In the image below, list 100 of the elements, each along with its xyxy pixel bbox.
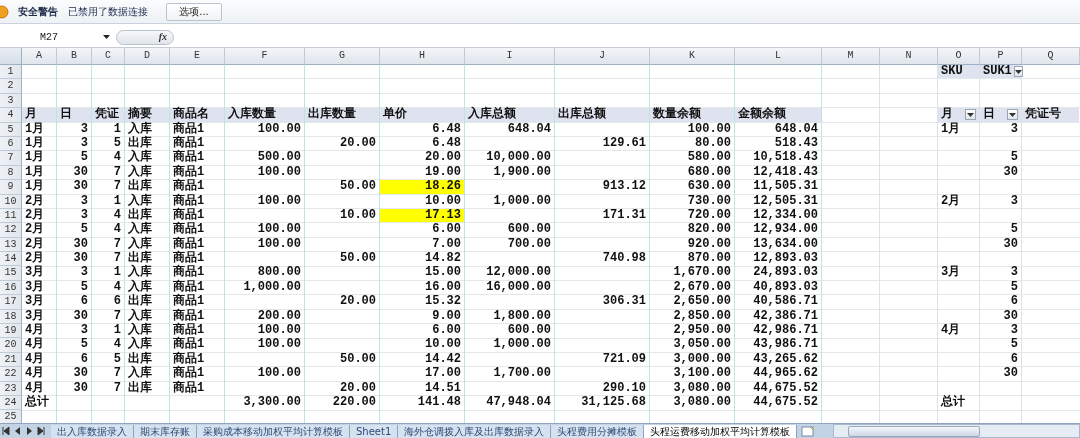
table-cell-text: 721.09 xyxy=(601,352,647,367)
last-sheet-icon[interactable] xyxy=(37,427,45,435)
column-header[interactable]: M xyxy=(822,48,880,65)
table-cell-text: 4月 xyxy=(24,352,46,366)
table-cell-text: 19.00 xyxy=(424,165,462,180)
table-cell: 凭证 xyxy=(92,108,124,122)
column-header[interactable]: I xyxy=(465,48,555,65)
pivot-field-label: SUK1 xyxy=(983,65,1012,79)
table-cell-text: 42,386.71 xyxy=(752,309,819,324)
table-cell-text: 44,675.52 xyxy=(752,396,819,410)
previous-sheet-icon[interactable] xyxy=(15,427,21,435)
table-cell-text: 总计 xyxy=(939,396,966,410)
table-cell-text: 6 xyxy=(79,352,89,367)
row-header[interactable]: 12 xyxy=(0,223,22,238)
table-cell-text: 2,650.00 xyxy=(672,295,732,309)
table-cell-text: 5 xyxy=(79,223,89,237)
table-cell-text: 44,675.52 xyxy=(752,381,819,395)
row-header[interactable]: 9 xyxy=(0,180,22,195)
sheet-tab[interactable]: 采购成本移动加权平均计算模板 xyxy=(197,424,350,438)
row-header[interactable]: 22 xyxy=(0,367,22,382)
table-cell-text: 3 xyxy=(79,194,89,208)
filter-dropdown-button[interactable] xyxy=(1013,66,1023,78)
table-cell-text: 1,000.00 xyxy=(242,280,302,295)
table-cell-text: 6 xyxy=(1009,352,1019,367)
row-header[interactable]: 14 xyxy=(0,252,22,267)
row-header[interactable]: 20 xyxy=(0,338,22,353)
sheet-tab[interactable]: 头程运费移动加权平均计算模板 xyxy=(644,424,798,438)
column-header[interactable]: E xyxy=(170,48,225,65)
column-header[interactable]: K xyxy=(650,48,735,65)
row-header[interactable]: 15 xyxy=(0,266,22,281)
column-header[interactable]: F xyxy=(225,48,305,65)
table-cell-text: 商品1 xyxy=(172,208,206,222)
options-button[interactable]: 选项... xyxy=(166,2,222,21)
table-cell-text: 商品1 xyxy=(172,136,206,150)
table-cell-text: 1,670.00 xyxy=(672,266,732,280)
table-cell: 单价 xyxy=(380,108,464,122)
table-cell-text: 4 xyxy=(112,223,122,237)
table-cell-text: 3,300.00 xyxy=(242,396,302,410)
column-header[interactable]: O xyxy=(938,48,980,65)
table-cell-text: 商品1 xyxy=(172,280,206,294)
column-header[interactable]: P xyxy=(980,48,1022,65)
row-header[interactable]: 25 xyxy=(0,410,22,423)
table-cell-text: 7 xyxy=(112,367,122,381)
sheet-tab[interactable]: Sheet1 xyxy=(350,424,399,438)
sheet-tab[interactable]: 海外仓调拨入库及出库数据录入 xyxy=(398,424,552,438)
row-header[interactable]: 1 xyxy=(0,65,22,80)
row-header[interactable]: 7 xyxy=(0,151,22,166)
pivot-field-label: 月 xyxy=(941,108,953,122)
table-cell-text: 100.00 xyxy=(256,122,302,136)
table-cell-text: 30 xyxy=(1002,309,1019,324)
table-cell-text: 入库 xyxy=(127,151,153,165)
next-sheet-icon[interactable] xyxy=(26,427,32,435)
table-cell-text: 1,000.00 xyxy=(492,338,552,352)
caret-icon xyxy=(967,112,974,117)
table-cell-text: 30 xyxy=(72,381,89,395)
table-cell-text: 3月 xyxy=(24,280,46,294)
table-cell-text: 740.98 xyxy=(601,252,647,266)
filter-dropdown-button[interactable] xyxy=(965,109,976,121)
table-cell-text: 16,000.00 xyxy=(485,280,552,295)
sheet-tab[interactable]: 期末库存账 xyxy=(134,424,197,438)
column-header[interactable]: H xyxy=(380,48,465,65)
row-header[interactable]: 17 xyxy=(0,295,22,310)
row-header[interactable]: 2 xyxy=(0,79,22,94)
first-sheet-icon[interactable] xyxy=(2,427,10,435)
table-cell-text: 518.43 xyxy=(773,136,819,151)
column-header[interactable]: B xyxy=(57,48,92,65)
caret-icon xyxy=(1009,112,1016,117)
table-cell-text: 100.00 xyxy=(256,324,302,338)
column-header[interactable]: J xyxy=(555,48,650,65)
table-cell-text: 50.00 xyxy=(339,352,377,367)
column-header[interactable]: D xyxy=(125,48,170,65)
table-cell-text: 出库 xyxy=(127,136,153,150)
column-header[interactable]: N xyxy=(880,48,938,65)
table-cell-text: 20.00 xyxy=(339,381,377,395)
column-header[interactable]: L xyxy=(735,48,822,65)
table-cell-text: 600.00 xyxy=(506,324,552,338)
table-cell-text: 3 xyxy=(79,122,89,136)
table-cell-text: 80.00 xyxy=(694,136,732,151)
table-cell-text: 1月 xyxy=(24,180,46,194)
table-cell-text: 2,850.00 xyxy=(672,309,732,324)
function-button[interactable]: fx xyxy=(116,29,174,45)
sheet-tab[interactable]: 出入库数据录入 xyxy=(51,424,134,438)
column-header[interactable]: A xyxy=(22,48,57,65)
table-cell-text: 20.00 xyxy=(424,151,462,165)
horizontal-scrollbar[interactable] xyxy=(833,424,1080,438)
row-header[interactable]: 4 xyxy=(0,108,22,123)
table-cell-text: 1,000.00 xyxy=(492,194,552,208)
table-cell-text: 5 xyxy=(112,352,122,367)
table-cell-text: 4月 xyxy=(24,367,46,381)
row-header[interactable]: 19 xyxy=(0,324,22,339)
sheet-tab[interactable]: 头程费用分摊模板 xyxy=(551,424,645,438)
column-header[interactable]: Q xyxy=(1022,48,1080,65)
filter-dropdown-button[interactable] xyxy=(1007,109,1018,121)
table-cell-text: 31,125.68 xyxy=(580,396,647,410)
table-cell-text: 入库 xyxy=(127,367,153,381)
name-box[interactable]: M27 xyxy=(0,29,116,45)
column-header[interactable]: G xyxy=(305,48,380,65)
column-header[interactable]: C xyxy=(92,48,125,65)
table-cell-text: 10.00 xyxy=(424,194,462,208)
table-cell-text: 30 xyxy=(72,165,89,180)
